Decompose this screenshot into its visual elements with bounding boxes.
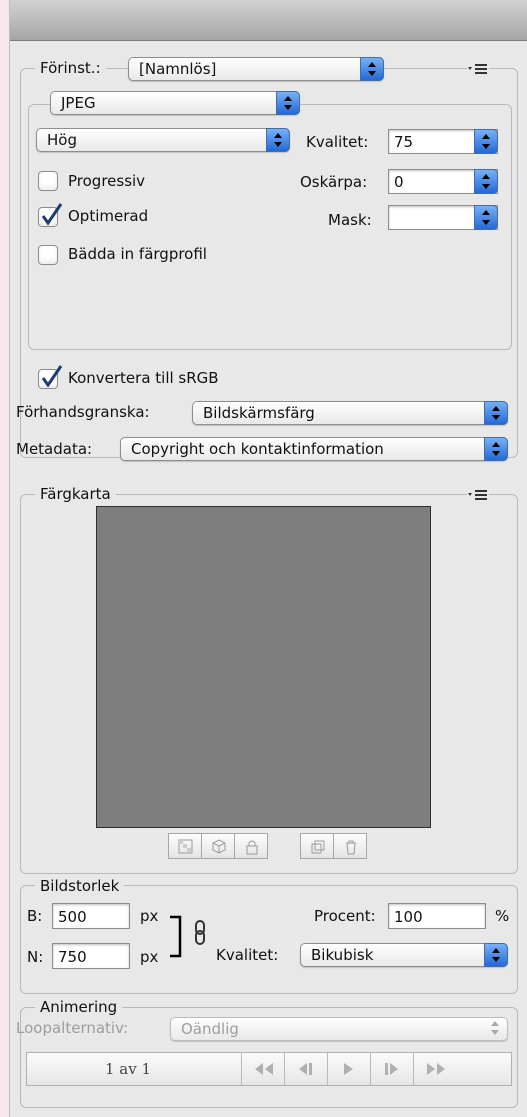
new-color-icon [311, 840, 325, 854]
quality-preset-dropdown[interactable]: Hög [36, 128, 290, 152]
new-color-button[interactable] [300, 833, 334, 859]
dropdown-arrows-icon [484, 401, 508, 425]
embed-profile-label: Bädda in färgprofil [68, 245, 207, 263]
panel-menu-icon[interactable] [467, 62, 489, 76]
animation-controls: 1 av 1 [26, 1052, 512, 1086]
color-table-menu-icon[interactable] [467, 488, 489, 502]
preview-dropdown[interactable]: Bildskärmsfärg [192, 401, 508, 425]
map-to-transparent-button[interactable] [168, 833, 202, 859]
dropdown-arrows-icon[interactable] [474, 205, 498, 230]
frame-counter: 1 av 1 [104, 1060, 152, 1078]
resample-quality-label: Kvalitet: [216, 946, 279, 964]
constrain-bracket [170, 915, 182, 958]
play-button[interactable] [327, 1053, 370, 1085]
resample-quality-dropdown[interactable]: Bikubisk [300, 943, 508, 967]
dropdown-arrows-icon [484, 943, 508, 967]
fast-forward-icon [427, 1063, 445, 1075]
width-label: B: [27, 907, 43, 925]
percent-value: 100 [394, 908, 423, 926]
lock-color-button[interactable] [234, 833, 268, 859]
rewind-icon [255, 1063, 273, 1075]
optimized-checkbox[interactable] [38, 203, 63, 227]
percent-unit: % [495, 907, 510, 925]
last-frame-button[interactable] [413, 1053, 511, 1085]
previous-frame-button[interactable] [284, 1053, 327, 1085]
stepper-arrows-icon[interactable] [474, 129, 498, 154]
next-frame-button[interactable] [370, 1053, 413, 1085]
play-icon [344, 1063, 353, 1075]
percent-label: Procent: [314, 907, 376, 925]
width-field[interactable]: 500 [52, 903, 130, 929]
percent-field[interactable]: 100 [388, 903, 486, 929]
quality-label: Kvalitet: [306, 133, 369, 151]
blur-label: Oskärpa: [300, 173, 368, 191]
loop-label: Loopalternativ: [16, 1019, 129, 1037]
dropdown-arrows-icon [484, 437, 508, 461]
preset-value: [Namnlös] [139, 60, 217, 78]
transparent-icon [178, 839, 193, 854]
height-value: 750 [58, 948, 87, 966]
convert-srgb-checkbox[interactable] [38, 365, 63, 389]
height-unit: px [140, 948, 159, 966]
trash-icon [346, 840, 356, 855]
progressive-label: Progressiv [68, 172, 146, 190]
save-for-web-panel: Förinst.: [Namnlös] JPEG Hög Kvalitet: 7… [9, 0, 527, 1117]
preset-label: Förinst.: [35, 58, 106, 78]
metadata-label: Metadata: [16, 440, 93, 458]
loop-value: Oändlig [181, 1020, 239, 1038]
preset-dropdown[interactable]: [Namnlös] [128, 57, 384, 81]
matte-combo[interactable] [388, 205, 498, 230]
loop-dropdown[interactable]: Oändlig [170, 1017, 508, 1041]
preview-value: Bildskärmsfärg [203, 404, 315, 422]
format-value: JPEG [61, 94, 96, 112]
animation-title: Animering [35, 997, 123, 1017]
embed-profile-checkbox[interactable] [38, 245, 58, 265]
stepper-arrows-icon[interactable] [474, 169, 498, 194]
web-shift-button[interactable] [201, 833, 235, 859]
format-dropdown[interactable]: JPEG [50, 91, 300, 115]
width-unit: px [140, 907, 159, 925]
blur-combo[interactable]: 0 [388, 169, 498, 194]
step-back-icon [299, 1063, 312, 1075]
dropdown-arrows-icon [360, 57, 384, 81]
dropdown-arrows-icon [266, 128, 290, 152]
lock-icon [246, 840, 258, 855]
step-forward-icon [385, 1063, 398, 1075]
convert-srgb-label: Konvertera till sRGB [68, 369, 219, 387]
checkmark-icon [41, 365, 63, 388]
image-size-group [20, 885, 518, 994]
image-size-title: Bildstorlek [35, 876, 125, 896]
resample-quality-value: Bikubisk [311, 946, 374, 964]
preview-label: Förhandsgranska: [16, 403, 150, 421]
metadata-value: Copyright och kontaktinformation [131, 440, 384, 458]
dropdown-arrows-icon [276, 91, 300, 115]
checkmark-icon [41, 203, 63, 226]
height-field[interactable]: 750 [52, 943, 130, 969]
color-table-swatch-area[interactable] [96, 506, 431, 828]
cube-icon [212, 839, 226, 854]
width-value: 500 [58, 908, 87, 926]
height-label: N: [27, 948, 44, 966]
panel-titlebar [10, 0, 527, 41]
color-table-title: Färgkarta [35, 484, 116, 504]
delete-color-button[interactable] [333, 833, 367, 859]
quality-value: 75 [394, 133, 414, 151]
dropdown-arrows-icon [484, 1017, 508, 1041]
progressive-checkbox[interactable] [38, 171, 58, 191]
quality-combo[interactable]: 75 [388, 129, 498, 154]
quality-preset-value: Hög [47, 131, 77, 149]
metadata-dropdown[interactable]: Copyright och kontaktinformation [120, 437, 508, 461]
first-frame-button[interactable] [241, 1053, 284, 1085]
optimized-label: Optimerad [68, 207, 149, 225]
blur-value: 0 [394, 173, 404, 191]
link-icon[interactable] [193, 920, 207, 946]
matte-label: Mask: [328, 211, 372, 229]
